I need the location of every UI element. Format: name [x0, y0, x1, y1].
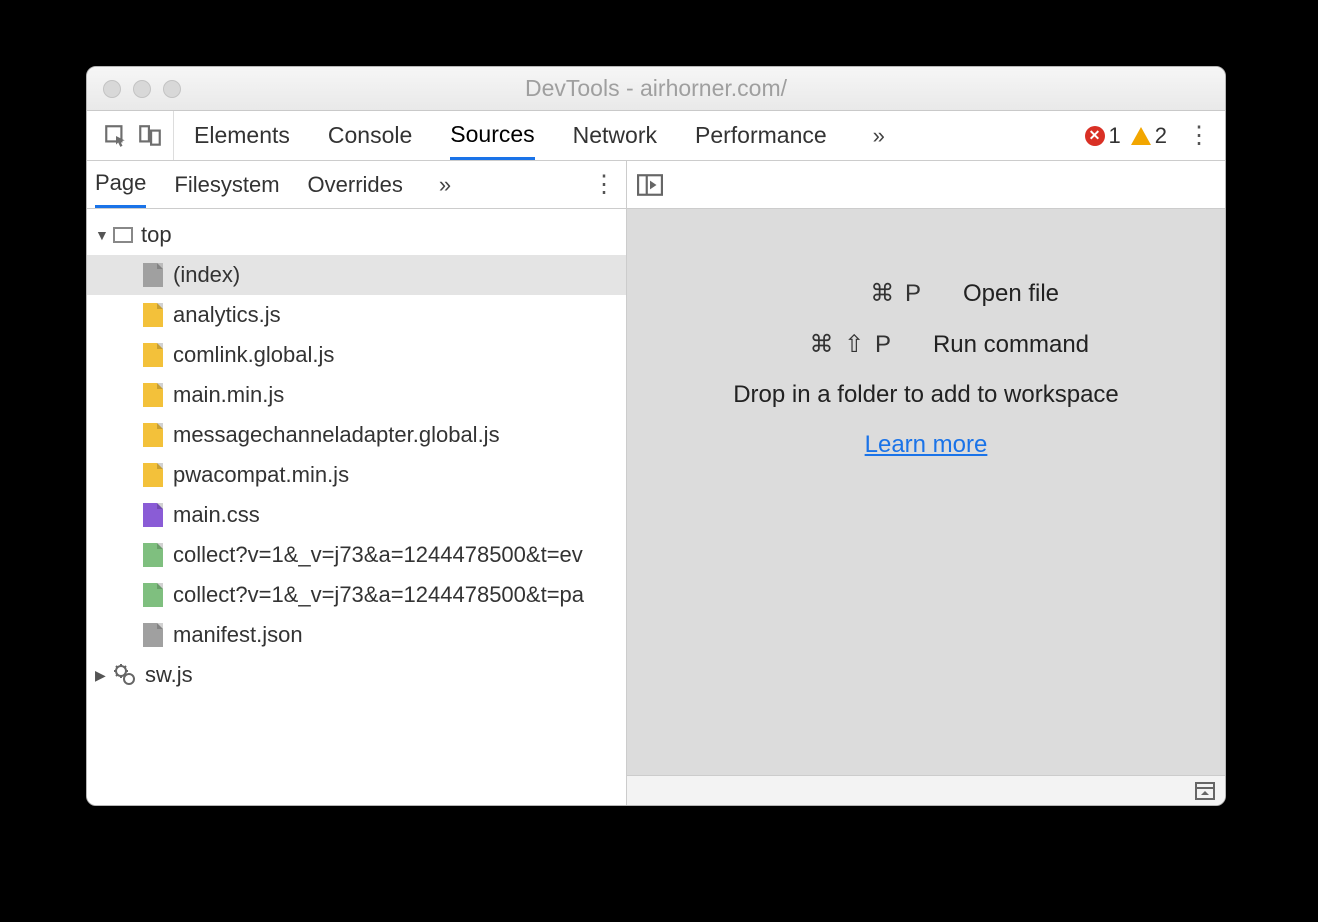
settings-menu-icon[interactable]: ⋮ — [1185, 121, 1213, 150]
tree-file-item[interactable]: analytics.js — [87, 295, 626, 335]
tree-file-item[interactable]: main.min.js — [87, 375, 626, 415]
editor-placeholder: ⌘ P Open file ⌘ ⇧ P Run command Drop in … — [627, 209, 1225, 775]
drop-folder-text: Drop in a folder to add to workspace — [733, 381, 1119, 409]
service-worker-icon — [113, 663, 137, 687]
shortcut-keys: ⌘ P — [793, 279, 923, 308]
tab-network[interactable]: Network — [573, 111, 657, 160]
error-count: 1 — [1109, 123, 1121, 149]
subtabs-overflow-icon[interactable]: » — [431, 172, 459, 198]
shortcut-label: Run command — [933, 331, 1089, 359]
tree-file-item[interactable]: main.css — [87, 495, 626, 535]
navigator-subtabs: Page Filesystem Overrides » ⋮ — [87, 161, 626, 209]
traffic-lights — [103, 80, 181, 98]
editor-pane: ⌘ P Open file ⌘ ⇧ P Run command Drop in … — [627, 161, 1225, 805]
main-toolbar: Elements Console Sources Network Perform… — [87, 111, 1225, 161]
file-icon — [143, 543, 163, 567]
device-toggle-icon[interactable] — [137, 123, 163, 149]
file-icon — [143, 383, 163, 407]
tree-service-worker[interactable]: ▶ sw.js — [87, 655, 626, 695]
file-name-label: (index) — [173, 262, 240, 288]
error-icon: ✕ — [1085, 126, 1105, 146]
shortcut-keys: ⌘ ⇧ P — [763, 330, 893, 359]
subtab-page[interactable]: Page — [95, 161, 146, 208]
file-name-label: comlink.global.js — [173, 342, 334, 368]
warning-count-badge[interactable]: 2 — [1131, 123, 1167, 149]
file-name-label: manifest.json — [173, 622, 303, 648]
file-name-label: pwacompat.min.js — [173, 462, 349, 488]
tree-sw-label: sw.js — [145, 662, 193, 688]
tree-file-item[interactable]: manifest.json — [87, 615, 626, 655]
error-count-badge[interactable]: ✕ 1 — [1085, 123, 1121, 149]
file-name-label: collect?v=1&_v=j73&a=1244478500&t=ev — [173, 542, 583, 568]
devtools-window: DevTools - airhorner.com/ Elements Conso… — [86, 66, 1226, 806]
file-name-label: main.css — [173, 502, 260, 528]
file-name-label: messagechanneladapter.global.js — [173, 422, 500, 448]
tab-console[interactable]: Console — [328, 111, 412, 160]
expand-arrow-icon: ▼ — [95, 227, 113, 243]
file-icon — [143, 263, 163, 287]
window-title: DevTools - airhorner.com/ — [87, 75, 1225, 102]
file-name-label: analytics.js — [173, 302, 281, 328]
navigator-menu-icon[interactable]: ⋮ — [590, 170, 618, 199]
warning-count: 2 — [1155, 123, 1167, 149]
file-name-label: main.min.js — [173, 382, 284, 408]
subtab-overrides[interactable]: Overrides — [308, 161, 403, 208]
learn-more-link[interactable]: Learn more — [865, 431, 988, 459]
window-titlebar: DevTools - airhorner.com/ — [87, 67, 1225, 111]
file-icon — [143, 463, 163, 487]
drawer-toggle-icon[interactable] — [1195, 782, 1215, 800]
tree-file-item[interactable]: (index) — [87, 255, 626, 295]
tab-elements[interactable]: Elements — [194, 111, 290, 160]
traffic-close[interactable] — [103, 80, 121, 98]
tree-top-frame[interactable]: ▼ top — [87, 215, 626, 255]
navigator-pane: Page Filesystem Overrides » ⋮ ▼ top (ind… — [87, 161, 627, 805]
panel-tabs: Elements Console Sources Network Perform… — [194, 111, 893, 160]
tab-sources[interactable]: Sources — [450, 111, 534, 160]
file-icon — [143, 423, 163, 447]
traffic-minimize[interactable] — [133, 80, 151, 98]
file-tree: ▼ top (index) analytics.js comlink.global.… — [87, 209, 626, 805]
collapse-sidebar-icon[interactable] — [637, 174, 663, 196]
frame-icon — [113, 227, 133, 243]
file-icon — [143, 623, 163, 647]
shortcut-open-file: ⌘ P Open file — [793, 279, 1059, 308]
tree-file-item[interactable]: collect?v=1&_v=j73&a=1244478500&t=ev — [87, 535, 626, 575]
collapse-arrow-icon: ▶ — [95, 667, 113, 684]
shortcut-run-command: ⌘ ⇧ P Run command — [763, 330, 1089, 359]
tree-file-item[interactable]: pwacompat.min.js — [87, 455, 626, 495]
file-icon — [143, 503, 163, 527]
file-name-label: collect?v=1&_v=j73&a=1244478500&t=pa — [173, 582, 584, 608]
editor-tabbar — [627, 161, 1225, 209]
warning-icon — [1131, 127, 1151, 145]
traffic-zoom[interactable] — [163, 80, 181, 98]
file-icon — [143, 343, 163, 367]
file-icon — [143, 583, 163, 607]
tabs-overflow-icon[interactable]: » — [865, 123, 893, 149]
tab-performance[interactable]: Performance — [695, 111, 827, 160]
inspect-icon[interactable] — [103, 123, 129, 149]
tree-file-item[interactable]: messagechanneladapter.global.js — [87, 415, 626, 455]
tree-file-item[interactable]: collect?v=1&_v=j73&a=1244478500&t=pa — [87, 575, 626, 615]
file-icon — [143, 303, 163, 327]
subtab-filesystem[interactable]: Filesystem — [174, 161, 279, 208]
editor-footer — [627, 775, 1225, 805]
shortcut-label: Open file — [963, 280, 1059, 308]
tree-file-item[interactable]: comlink.global.js — [87, 335, 626, 375]
tree-top-label: top — [141, 222, 172, 248]
